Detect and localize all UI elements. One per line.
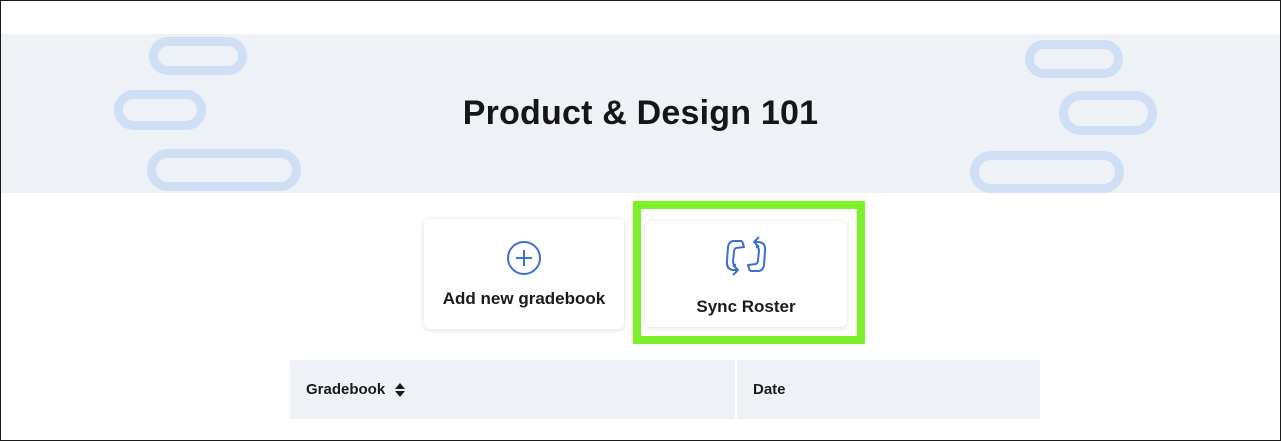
add-gradebook-label: Add new gradebook bbox=[442, 289, 606, 308]
column-header-label: Gradebook bbox=[306, 381, 386, 398]
column-header-gradebook[interactable]: Gradebook bbox=[290, 360, 735, 419]
gradebook-table-header: Gradebook Date bbox=[290, 360, 1040, 419]
sync-roster-label: Sync Roster bbox=[696, 297, 796, 316]
add-gradebook-button[interactable]: Add new gradebook bbox=[424, 219, 624, 329]
page-title: Product & Design 101 bbox=[462, 94, 819, 132]
page-frame: Product & Design 101 Add new gradebook S… bbox=[0, 0, 1281, 441]
column-header-date: Date bbox=[737, 360, 1040, 419]
sort-icon[interactable] bbox=[395, 382, 406, 397]
column-header-label: Date bbox=[753, 381, 786, 398]
sync-roster-button[interactable]: Sync Roster bbox=[645, 221, 847, 327]
course-banner: Product & Design 101 bbox=[1, 34, 1280, 193]
plus-circle-icon bbox=[506, 239, 542, 277]
sync-arrows-icon bbox=[724, 236, 768, 276]
